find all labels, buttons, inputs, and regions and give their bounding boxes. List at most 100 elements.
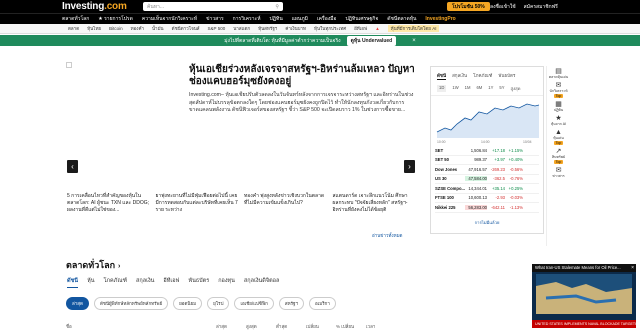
- quote-name[interactable]: SZSE Compo...: [435, 186, 465, 191]
- column-header[interactable]: สูงสุด: [246, 323, 276, 330]
- close-icon[interactable]: ×: [412, 38, 416, 44]
- nav-item-calendar[interactable]: ปฏิทิน: [270, 15, 283, 23]
- nav-item-news[interactable]: ข่าวสาร: [206, 15, 224, 23]
- logo[interactable]: Investing.com: [62, 1, 127, 12]
- banner-cta-button[interactable]: ดูหุ้น Undervalued: [346, 35, 397, 46]
- nav-item-indices[interactable]: ดัชนีตลาดหุ้น: [387, 15, 416, 23]
- column-header[interactable]: ต่ำสุด: [276, 323, 306, 330]
- column-header[interactable]: เปลี่ยน: [306, 323, 336, 330]
- related-article[interactable]: ยาพุ่งทะยานที่ไม่มีฟุ่มเฟือยต่อไปนี้ เคย…: [156, 193, 239, 214]
- filter-pill[interactable]: สหรัฐฯ: [278, 297, 305, 310]
- search-input[interactable]: ค้นหา... ⚲: [143, 2, 283, 11]
- side-item-top-stocks[interactable]: ▲ หุ้นเด่น Top: [553, 129, 564, 145]
- quote-row[interactable]: SET 1,506.84 +17.18 +1.15%: [435, 146, 539, 156]
- column-header[interactable]: % เปลี่ยน: [336, 323, 366, 330]
- nav-item-investingpro[interactable]: InvestingPro: [425, 16, 455, 22]
- panel-tab[interactable]: โภคภัณฑ์: [473, 72, 492, 80]
- side-item-calendar[interactable]: ▦ ปฏิทิน: [554, 101, 563, 112]
- subnav-item[interactable]: ค่าเงินบาท: [285, 25, 306, 32]
- range-tab[interactable]: 1Y: [488, 85, 493, 92]
- nav-item-charts[interactable]: แผนภูมิ: [292, 15, 308, 23]
- side-item-analysts[interactable]: ✉ นักวิเคราะห์ Top: [549, 82, 568, 98]
- nav-item-watchlist[interactable]: ★ รายการโปรด: [98, 15, 133, 23]
- range-tab[interactable]: 1D: [437, 85, 447, 92]
- subnav-item[interactable]: หุ้นสหรัฐฯ: [258, 25, 277, 32]
- subnav-highlight[interactable]: หุ้นที่มีการเติบโตโดย AI: [387, 25, 440, 32]
- filter-pill[interactable]: ยอดนิยม: [173, 297, 203, 310]
- side-item-label: หุ้นเด่น: [553, 136, 564, 140]
- tab-etfs[interactable]: อีทีเอฟ: [163, 277, 179, 288]
- subnav-item[interactable]: อีทีเอฟ: [354, 25, 367, 32]
- panel-tab[interactable]: ดัชนี: [437, 72, 447, 80]
- column-header[interactable]: ล่าสุด: [216, 323, 246, 330]
- subnav-item[interactable]: นาสแดก: [233, 25, 250, 32]
- panel-more-link[interactable]: การไม่มีแล้วย: [431, 219, 543, 226]
- filter-pill[interactable]: เอเชีย/แปซิฟิก: [234, 297, 274, 310]
- sign-up-link[interactable]: สมัครสมาชิกฟรี: [524, 3, 558, 11]
- quote-name[interactable]: SET: [435, 148, 465, 153]
- panel-tab[interactable]: พันธบัตร: [498, 72, 515, 80]
- side-item-markets[interactable]: ▤ ตลาดหุ้นเด่น: [549, 68, 568, 79]
- mini-chart[interactable]: 10:00 14:00 10/04: [435, 98, 540, 144]
- range-tab[interactable]: 5Y: [499, 85, 504, 92]
- quote-row[interactable]: FTSE 100 10,600.13 -2.93 -0.03%: [435, 194, 539, 203]
- read-all-news-link[interactable]: อ่านข่าวทั้งหมด: [372, 232, 402, 239]
- subnav-item[interactable]: ทองคำ: [131, 25, 144, 32]
- section-title[interactable]: ตลาดทั่วโลก ›: [66, 258, 120, 272]
- nav-item-analysts[interactable]: ความเห็นจากนักวิเคราะห์: [142, 15, 197, 23]
- quote-name[interactable]: Dow Jones: [435, 167, 465, 172]
- filter-pill[interactable]: ยุโรป: [207, 297, 230, 310]
- column-header[interactable]: เวลา: [366, 323, 396, 330]
- carousel-prev-button[interactable]: ‹: [67, 160, 78, 173]
- carousel-next-button[interactable]: ›: [404, 160, 415, 173]
- quote-row[interactable]: US 30 47,584.00 -362.5 -0.76%: [435, 175, 539, 184]
- sign-in-link[interactable]: ลงชื่อเข้าใช้: [490, 3, 516, 11]
- quote-row[interactable]: SET 50 989.37 +3.97 +0.40%: [435, 156, 539, 165]
- range-tab[interactable]: 6M: [476, 85, 482, 92]
- related-article[interactable]: 5 การเคลื่อนไหวที่สำคัญของหุ้นในตลาดโลก:…: [67, 193, 150, 214]
- hero-title[interactable]: หุ้นเอเชียร่วงหลังเจรจาสหรัฐฯ-อิหร่านล้ม…: [189, 64, 417, 88]
- subnav-item[interactable]: น้ำมัน: [152, 25, 164, 32]
- tab-currencies[interactable]: สกุลเงิน: [136, 277, 154, 288]
- tab-crypto[interactable]: สกุลเงินดิจิตอล: [244, 277, 279, 288]
- related-article[interactable]: ทองคำ พุ่งสูงหลังข่าวเชิงบวกในตลาดที่ไม่…: [244, 193, 327, 214]
- quote-row[interactable]: SZSE Compo... 14,344.01 +35.14 +0.25%: [435, 184, 539, 194]
- subnav-item[interactable]: หุ้นไทย: [87, 25, 101, 32]
- filter-pill[interactable]: อเมริกา: [309, 297, 336, 310]
- hero-image[interactable]: [66, 62, 72, 68]
- range-tab[interactable]: 1W: [452, 85, 458, 92]
- range-tab[interactable]: 1M: [465, 85, 471, 92]
- subnav-item[interactable]: S&P 500: [208, 26, 226, 31]
- quote-name[interactable]: Nikkei 225: [435, 205, 465, 210]
- quote-name[interactable]: US 30: [435, 176, 465, 181]
- subnav-item[interactable]: Bitcoin: [109, 26, 123, 31]
- side-item-news[interactable]: ✉ ข่าวสาร: [552, 167, 564, 178]
- filter-pill[interactable]: ดัชนีผู้พิทักษ์หลักทรัพย์หลักทรัพย์: [93, 297, 169, 310]
- side-item-assets[interactable]: ↗ สินทรัพย์ Top: [552, 148, 565, 164]
- tab-funds[interactable]: กองทุน: [218, 277, 235, 288]
- related-article[interactable]: สแตนดาร์ด เจาะลึกแนวโน้ม ศึกษาผลกระทบ "ป…: [333, 193, 416, 214]
- filter-pill[interactable]: ล่าสุด: [66, 297, 89, 310]
- tab-stocks[interactable]: หุ้น: [87, 277, 94, 288]
- range-tab[interactable]: สูงสุด: [511, 85, 521, 92]
- side-item-ai-stocks[interactable]: ★ หุ้นจาก AI: [551, 115, 566, 126]
- close-icon[interactable]: ×: [631, 265, 634, 271]
- nav-item-analysis[interactable]: การวิเคราะห์: [233, 15, 261, 23]
- quote-name[interactable]: SET 50: [435, 157, 465, 162]
- tab-commodities[interactable]: โภคภัณฑ์: [103, 277, 127, 288]
- nav-item-tools[interactable]: เครื่องมือ: [317, 15, 336, 23]
- subnav-item[interactable]: ดัชนีดาวโจนส์: [172, 25, 200, 32]
- search-icon[interactable]: ⚲: [275, 4, 279, 10]
- quote-row[interactable]: Nikkei 225 56,283.00 -642.11 -1.13%: [435, 203, 539, 213]
- column-header[interactable]: ชื่อ: [66, 323, 216, 330]
- video-frame[interactable]: [536, 274, 632, 314]
- quote-row[interactable]: Dow Jones 47,916.57 -269.23 -0.56%: [435, 165, 539, 175]
- tab-indices[interactable]: ดัชนี: [67, 277, 79, 288]
- panel-tab[interactable]: สกุลเงิน: [452, 72, 467, 80]
- nav-item-markets[interactable]: ตลาดทั่วโลก: [62, 15, 89, 23]
- subnav-item[interactable]: หุ้นในทุกประเทศ: [314, 25, 346, 32]
- floating-video[interactable]: What Iran-US Stalemate Means for Oil Pri…: [532, 264, 636, 328]
- quote-name[interactable]: FTSE 100: [435, 195, 465, 200]
- nav-item-econ-calendar[interactable]: ปฏิทินเศรษฐกิจ: [345, 15, 378, 23]
- tab-bonds[interactable]: พันธบัตร: [188, 277, 209, 288]
